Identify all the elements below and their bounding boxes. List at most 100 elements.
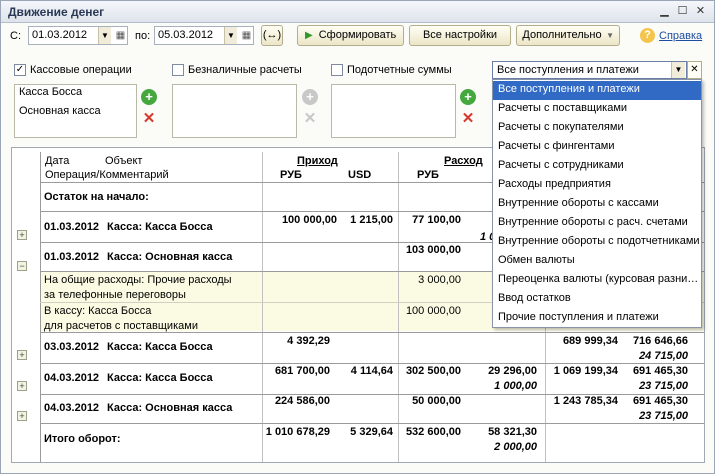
cell-bal-usd: 691 465,30 bbox=[632, 395, 688, 407]
header-income: Приход bbox=[297, 155, 338, 167]
cash-checkbox[interactable]: ✓ bbox=[14, 64, 26, 76]
header-expense: Расход bbox=[444, 155, 483, 167]
cell-bal-rub: 1 069 199,34 bbox=[553, 365, 618, 377]
header-date: Дата bbox=[45, 155, 70, 167]
add-icon[interactable]: + bbox=[460, 89, 476, 105]
close-icon[interactable]: ✕ bbox=[693, 4, 708, 19]
row-date: 04.03.2012 bbox=[44, 402, 100, 414]
from-label: С: bbox=[10, 30, 21, 42]
dropdown-option[interactable]: Внутренние обороты с кассами bbox=[493, 195, 701, 214]
dropdown-option[interactable]: Внутренние обороты с подотчетниками bbox=[493, 233, 701, 252]
delete-icon[interactable]: ✕ bbox=[141, 111, 157, 127]
calendar-icon[interactable]: ▦ bbox=[113, 27, 128, 44]
expand-icon[interactable]: + bbox=[17, 381, 27, 391]
expand-icon[interactable]: + bbox=[17, 411, 27, 421]
operation-type-dropdown[interactable]: Все поступления и платежи Расчеты с пост… bbox=[492, 79, 702, 328]
row-date: 04.03.2012 bbox=[44, 372, 100, 384]
list-item[interactable]: Касса Босса bbox=[15, 85, 136, 104]
help-link[interactable]: Справка bbox=[659, 30, 702, 42]
delete-icon[interactable]: ✕ bbox=[460, 111, 476, 127]
period-button[interactable]: (↔) bbox=[261, 25, 283, 46]
cell-bal2: 23 715,00 bbox=[639, 410, 688, 422]
dropdown-option[interactable]: Расчеты с фингентами bbox=[493, 138, 701, 157]
cell-in-usd: 4 114,64 bbox=[350, 365, 393, 377]
dropdown-option[interactable]: Расчеты с покупателями bbox=[493, 119, 701, 138]
header-rub: РУБ bbox=[280, 169, 302, 181]
noncash-label: Безналичные расчеты bbox=[188, 64, 302, 76]
dropdown-option[interactable]: Расчеты с поставщиками bbox=[493, 100, 701, 119]
accountable-list[interactable] bbox=[331, 84, 456, 138]
row-object: Касса: Основная касса bbox=[107, 251, 233, 263]
chevron-down-icon: ▼ bbox=[606, 31, 614, 40]
total-extra: 58 321,30 bbox=[488, 426, 537, 438]
accountable-checkbox[interactable] bbox=[331, 64, 343, 76]
cell-in-rub: 224 586,00 bbox=[274, 395, 330, 407]
total-out-rub: 532 600,00 bbox=[405, 426, 461, 438]
generate-label: Сформировать bbox=[318, 29, 397, 41]
opening-balance-label: Остаток на начало: bbox=[44, 191, 149, 203]
cell-out-rub: 100 000,00 bbox=[405, 305, 461, 317]
list-item[interactable]: Основная касса bbox=[15, 104, 136, 123]
header-usd: USD bbox=[348, 169, 372, 181]
from-date-dropdown[interactable]: ▼ bbox=[98, 27, 111, 44]
cash-label: Кассовые операции bbox=[30, 64, 132, 76]
help-icon[interactable]: ? bbox=[640, 28, 655, 43]
cell-bal-usd: 716 646,66 bbox=[632, 335, 688, 347]
dropdown-option[interactable]: Расходы предприятия bbox=[493, 176, 701, 195]
add-icon: + bbox=[302, 89, 318, 105]
delete-icon: ✕ bbox=[303, 110, 317, 127]
cell-out-rub: 3 000,00 bbox=[418, 274, 461, 286]
calendar-icon[interactable]: ▦ bbox=[239, 27, 254, 44]
additional-button[interactable]: Дополнительно ▼ bbox=[516, 25, 620, 46]
cell-in-rub: 4 392,29 bbox=[287, 335, 330, 347]
detail-line: На общие расходы: Прочие расходы bbox=[44, 274, 232, 286]
dropdown-option[interactable]: Все поступления и платежи bbox=[493, 81, 701, 100]
cash-list[interactable]: Касса Босса Основная касса bbox=[14, 84, 137, 138]
cell-bal-rub: 1 243 785,34 bbox=[553, 395, 618, 407]
total-in-usd: 5 329,64 bbox=[350, 426, 393, 438]
cell-out-rub: 103 000,00 bbox=[405, 244, 461, 256]
detail-line: для расчетов с поставщиками bbox=[44, 320, 198, 332]
dropdown-option[interactable]: Внутренние обороты с расч. счетами bbox=[493, 214, 701, 233]
row-object: Касса: Касса Босса bbox=[107, 221, 213, 233]
noncash-checkbox[interactable] bbox=[172, 64, 184, 76]
total-label: Итого оборот: bbox=[44, 433, 121, 445]
window-title: Движение денег bbox=[8, 5, 105, 19]
row-object: Касса: Касса Босса bbox=[107, 372, 213, 384]
to-label: по: bbox=[135, 30, 151, 42]
cell-bal-usd: 691 465,30 bbox=[632, 365, 688, 377]
minimize-icon[interactable]: ▁ bbox=[657, 4, 672, 19]
header-rub2: РУБ bbox=[417, 169, 439, 181]
total-extra2: 2 000,00 bbox=[494, 441, 537, 453]
generate-button[interactable]: ▶ Сформировать bbox=[297, 25, 404, 46]
header-operation: Операция/Комментарий bbox=[45, 169, 169, 181]
noncash-list[interactable] bbox=[172, 84, 297, 138]
to-date-dropdown[interactable]: ▼ bbox=[224, 27, 237, 44]
maximize-icon[interactable]: ☐ bbox=[675, 4, 690, 19]
detail-line: В кассу: Касса Босса bbox=[44, 305, 152, 317]
operation-type-select[interactable]: Все поступления и платежи bbox=[492, 61, 687, 79]
cell-extra2: 1 000,00 bbox=[494, 380, 537, 392]
dropdown-option[interactable]: Расчеты с сотрудниками bbox=[493, 157, 701, 176]
report-window: Движение денег ▁ ☐ ✕ С: 01.03.2012 ▼ ▦ п… bbox=[0, 0, 715, 474]
cell-in-rub: 100 000,00 bbox=[281, 214, 337, 226]
cell-in-usd: 1 215,00 bbox=[350, 214, 393, 226]
cell-out-rub: 50 000,00 bbox=[412, 395, 461, 407]
dropdown-option[interactable]: Переоценка валюты (курсовая разни… bbox=[493, 271, 701, 290]
accountable-label: Подотчетные суммы bbox=[347, 64, 452, 76]
row-object: Касса: Касса Босса bbox=[107, 341, 213, 353]
dropdown-option[interactable]: Обмен валюты bbox=[493, 252, 701, 271]
cell-out-rub: 302 500,00 bbox=[405, 365, 461, 377]
dropdown-option[interactable]: Ввод остатков bbox=[493, 290, 701, 309]
all-settings-button[interactable]: Все настройки bbox=[409, 25, 511, 46]
collapse-icon[interactable]: − bbox=[17, 261, 27, 271]
expand-icon[interactable]: + bbox=[17, 350, 27, 360]
expand-icon[interactable]: + bbox=[17, 230, 27, 240]
chevron-down-icon[interactable]: ▼ bbox=[671, 62, 685, 78]
add-icon[interactable]: + bbox=[141, 89, 157, 105]
cell-out-rub: 77 100,00 bbox=[412, 214, 461, 226]
row-date: 01.03.2012 bbox=[44, 221, 100, 233]
cell-bal2: 23 715,00 bbox=[639, 380, 688, 392]
clear-icon[interactable]: ✕ bbox=[687, 61, 702, 79]
dropdown-option[interactable]: Прочие поступления и платежи bbox=[493, 309, 701, 328]
